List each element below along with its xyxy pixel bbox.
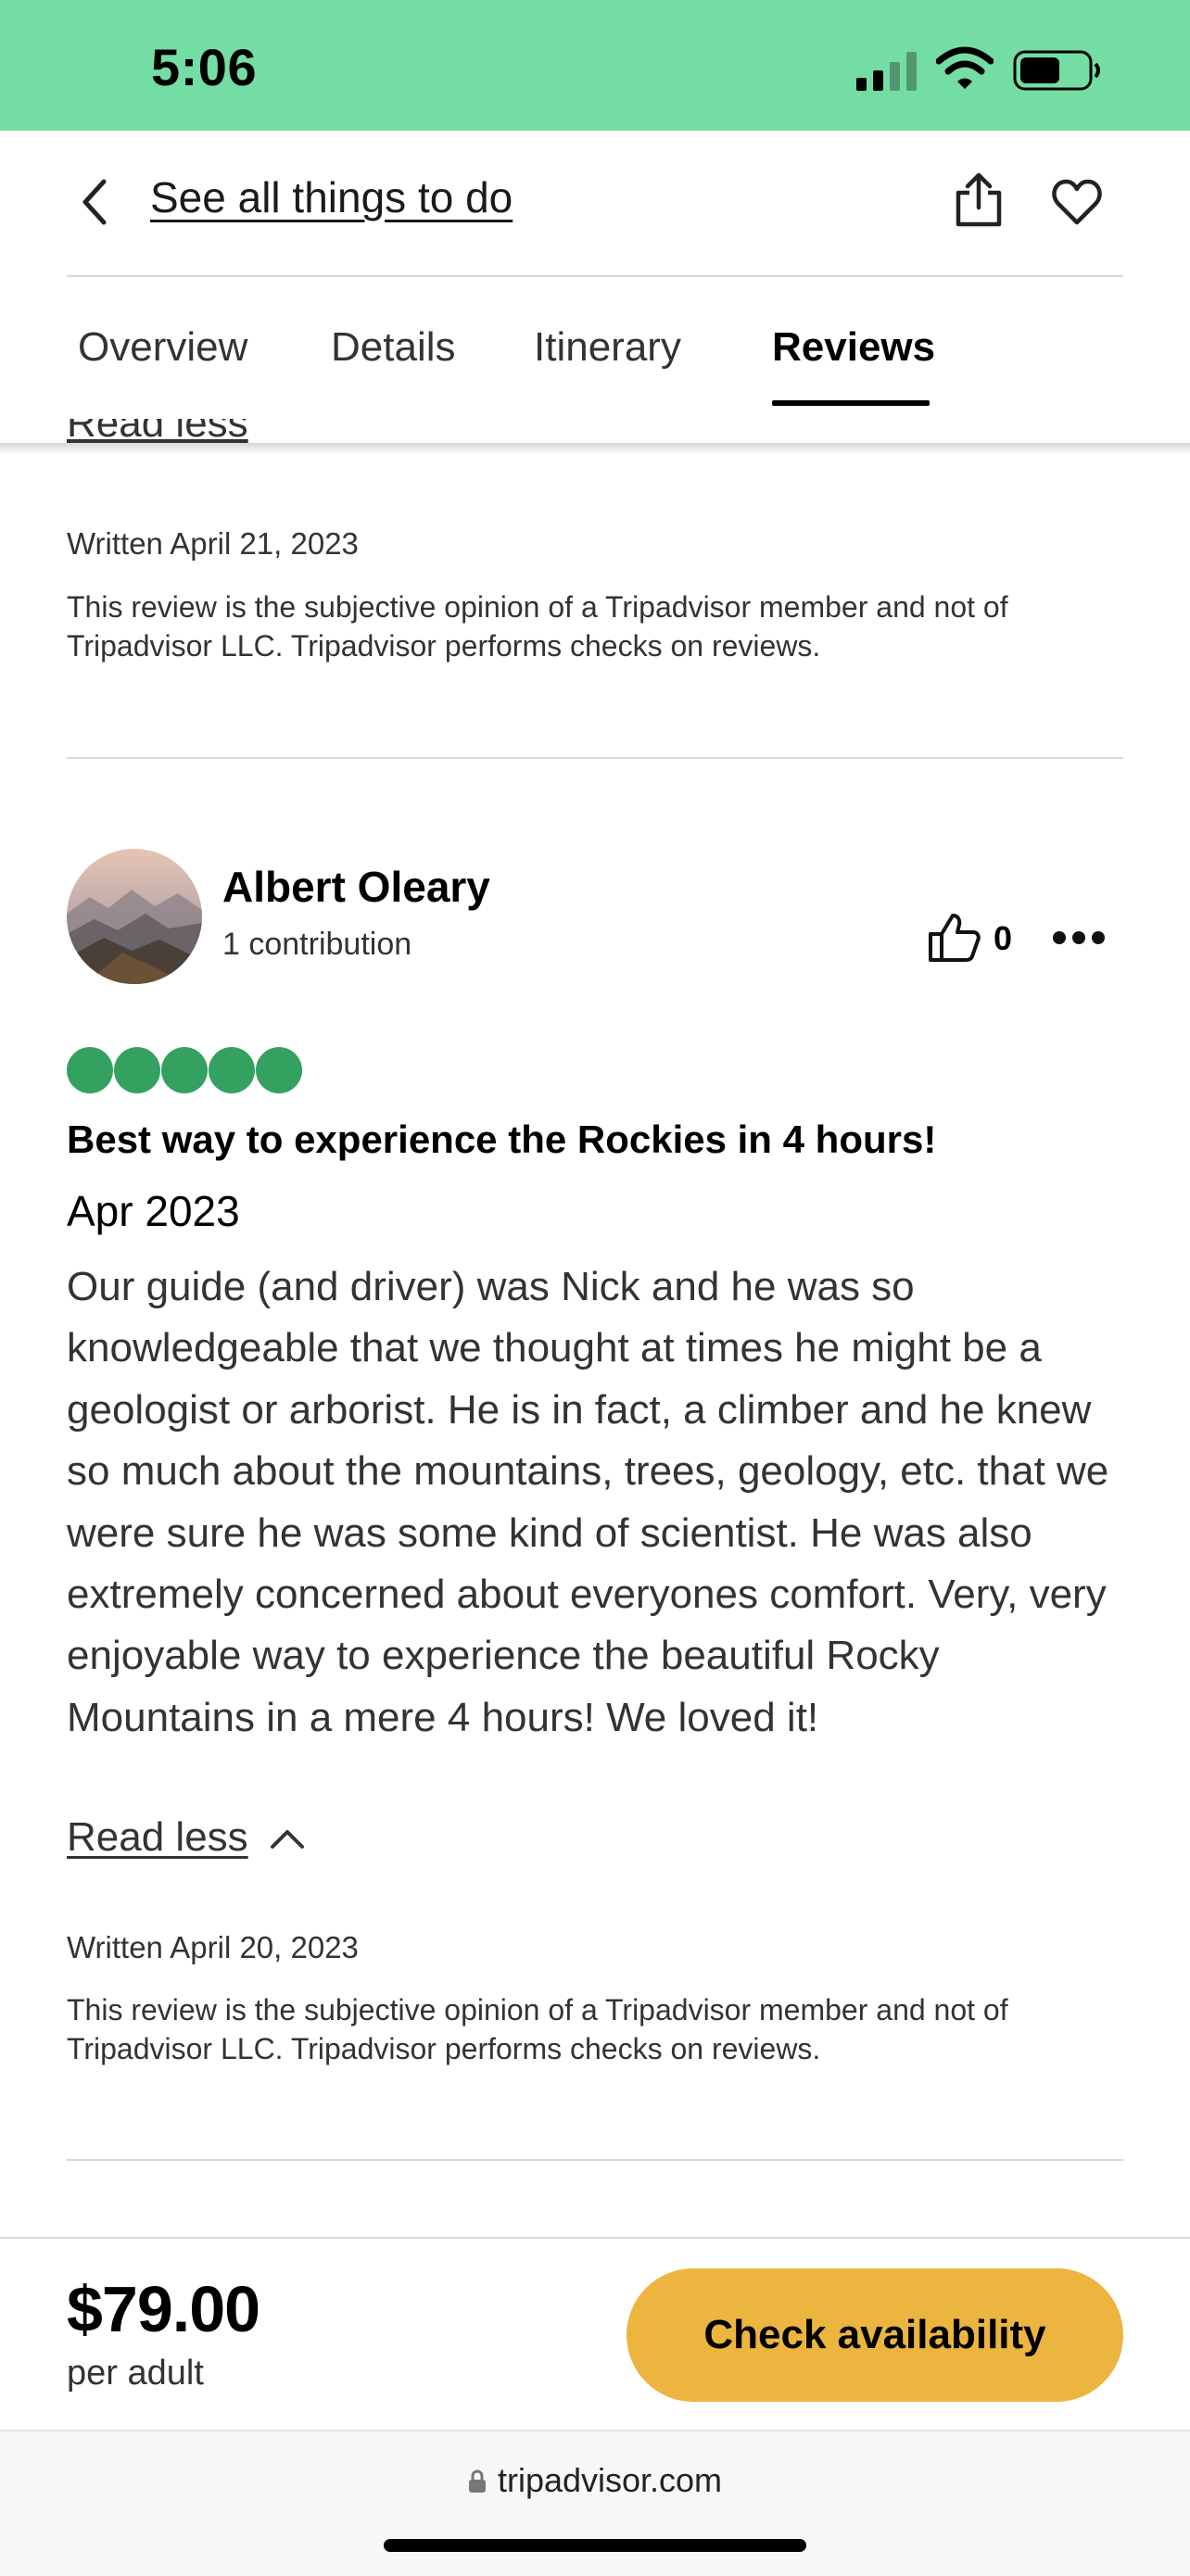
url-text: tripadvisor.com <box>497 2461 723 2499</box>
review-disclaimer: This review is the subjective opinion of… <box>67 1993 1008 2065</box>
tab-overview[interactable]: Overview <box>78 324 247 371</box>
written-date: Written April 20, 2023 <box>67 1930 359 1964</box>
active-tab-indicator <box>772 400 930 406</box>
previous-disclaimer: This review is the subjective opinion of… <box>67 590 1008 663</box>
browser-address-bar <box>0 2430 1190 2576</box>
header-divider <box>67 275 1123 277</box>
chevron-left-icon[interactable] <box>72 176 119 228</box>
rating-bubble-icon <box>67 1047 113 1093</box>
more-options-icon[interactable] <box>1051 927 1107 949</box>
reviewer-contributions: 1 contribution <box>222 927 412 962</box>
previous-written-date: Written April 21, 2023 <box>67 526 359 561</box>
wifi-icon <box>936 46 994 89</box>
lock-icon <box>468 2469 486 2493</box>
review-divider <box>67 2159 1123 2161</box>
url-field[interactable]: tripadvisor.com <box>0 2461 1190 2500</box>
rating-bubbles <box>67 1047 302 1095</box>
tab-itinerary[interactable]: Itinerary <box>534 324 681 371</box>
rating-bubble-icon <box>209 1047 255 1093</box>
thumbs-up-icon[interactable] <box>927 912 982 964</box>
review-date: Apr 2023 <box>67 1187 240 1235</box>
rating-bubble-icon <box>161 1047 208 1093</box>
review-divider <box>67 757 1123 759</box>
battery-icon <box>1013 50 1100 91</box>
price: $79.00 <box>67 2273 260 2345</box>
helpful-count: 0 <box>994 919 1013 957</box>
avatar[interactable] <box>67 849 202 984</box>
rating-bubble-icon <box>114 1047 160 1093</box>
home-indicator[interactable] <box>384 2539 806 2552</box>
signal-icon <box>856 52 917 91</box>
review-title: Best way to experience the Rockies in 4 … <box>67 1118 937 1161</box>
heart-icon[interactable] <box>1051 178 1103 226</box>
price-unit: per adult <box>67 2354 204 2393</box>
read-less-label: Read less <box>67 1814 248 1860</box>
read-less-link[interactable]: Read less <box>67 1814 306 1861</box>
reviewer-name[interactable]: Albert Oleary <box>222 862 490 912</box>
share-icon[interactable] <box>953 172 1005 228</box>
header-shadow <box>0 443 1190 454</box>
rating-bubble-icon <box>256 1047 302 1093</box>
see-all-things-link[interactable]: See all things to do <box>150 172 513 222</box>
check-availability-button[interactable]: Check availability <box>627 2268 1123 2402</box>
tab-reviews[interactable]: Reviews <box>772 324 935 371</box>
chevron-up-icon <box>270 1830 304 1850</box>
review-body: Our guide (and driver) was Nick and he w… <box>67 1264 1109 1740</box>
status-time: 5:06 <box>151 38 258 96</box>
tab-details[interactable]: Details <box>331 324 456 371</box>
tab-bar: Overview Details Itinerary Reviews <box>0 306 1190 408</box>
